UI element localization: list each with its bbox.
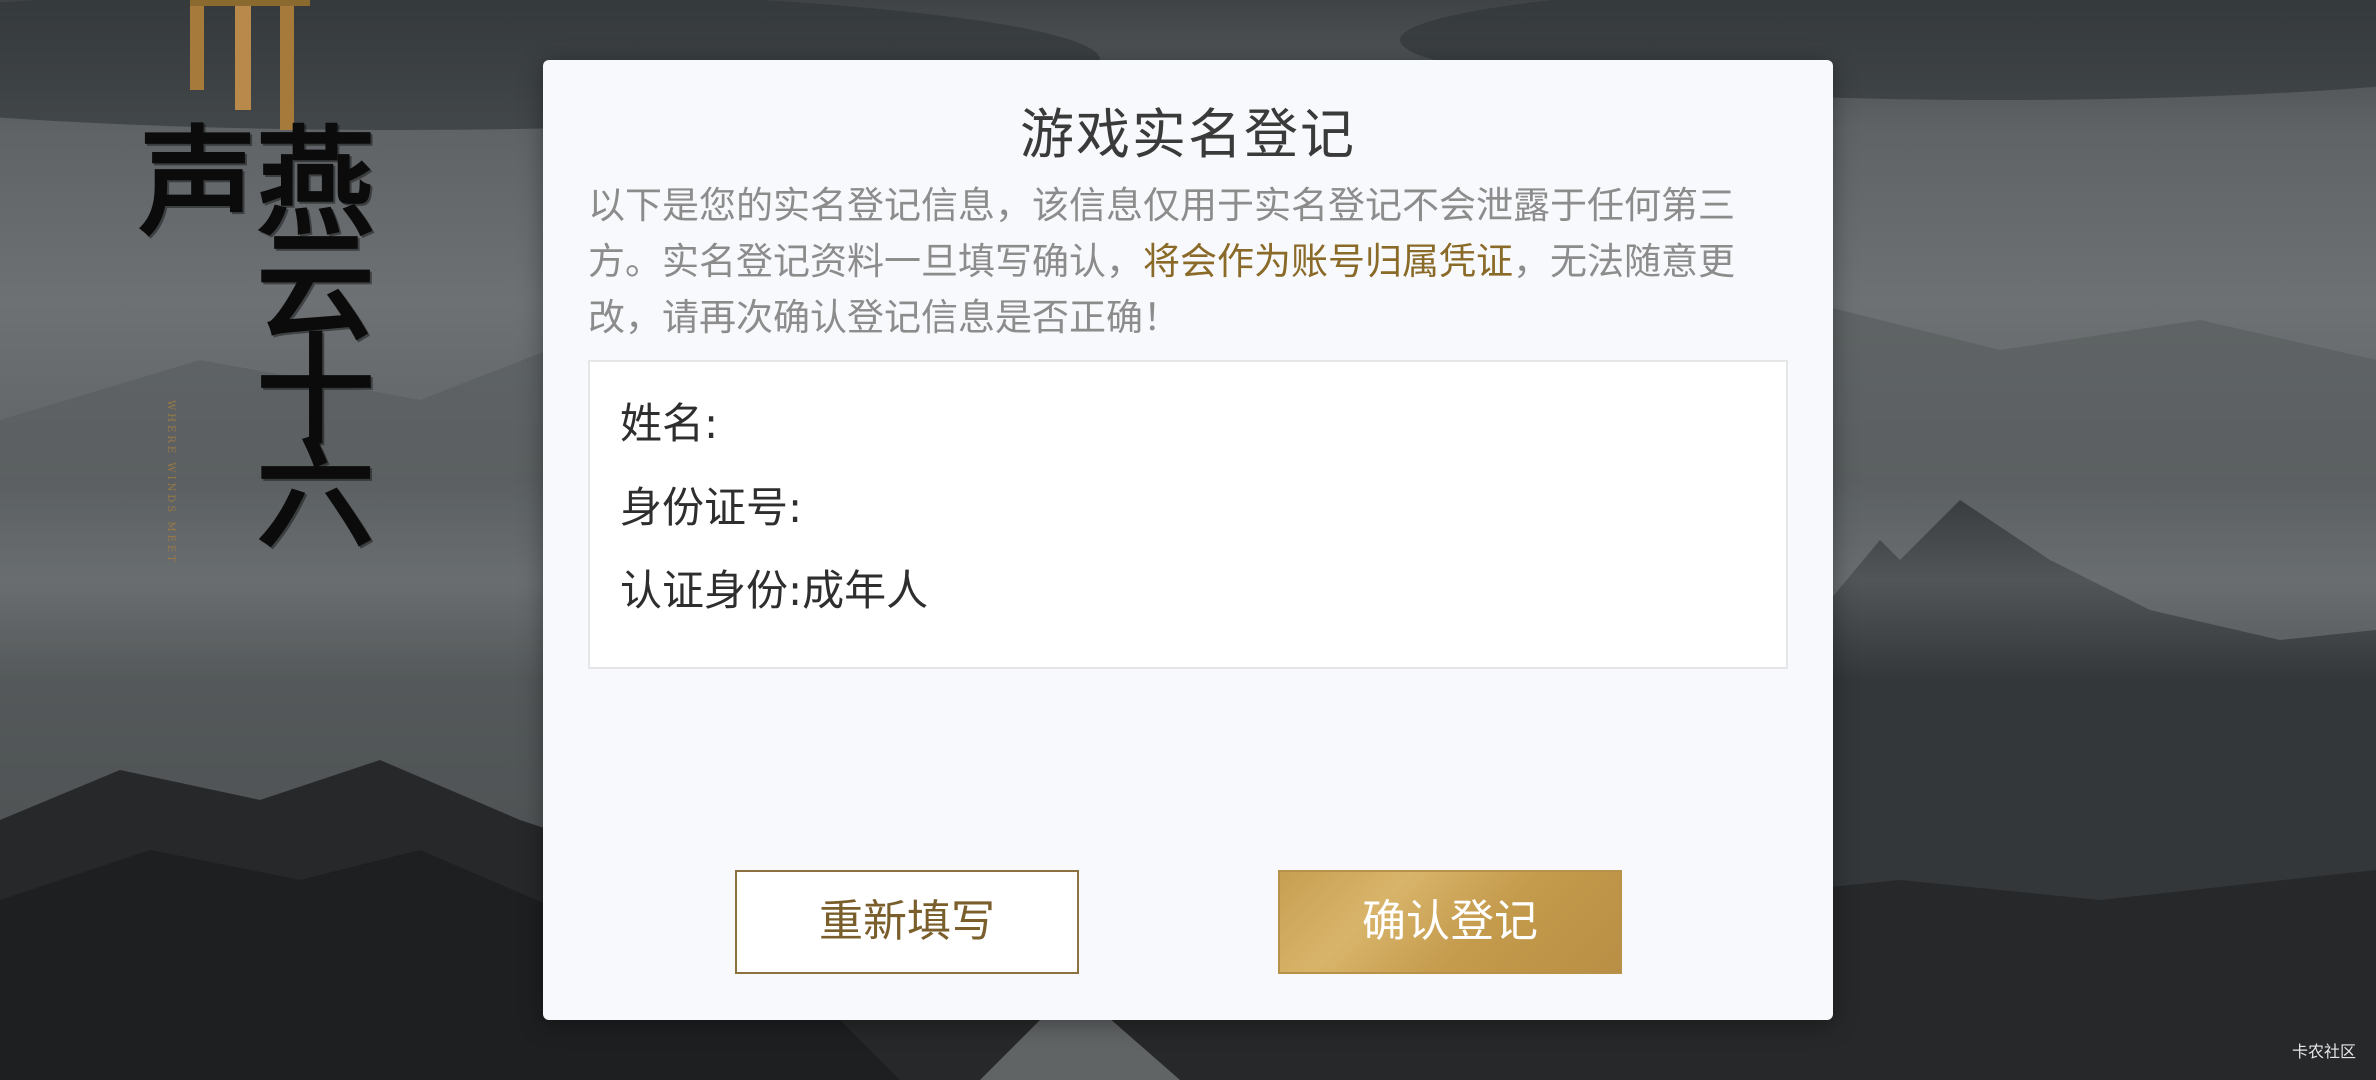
id-number-row: 身份证号: xyxy=(620,474,802,535)
identity-status-row: 认证身份:成年人 xyxy=(620,557,928,618)
name-row: 姓名: xyxy=(620,390,718,451)
dialog-title: 游戏实名登记 xyxy=(1020,103,1356,166)
real-name-registration-dialog: 游戏实名登记 以下是您的实名登记信息，该信息仅用于实名登记不会泄露于任何第三方。… xyxy=(543,60,1833,1020)
game-screen: 燕云十六声 WHERE WINDS MEET 游戏实名登记 以下是您的实名登记信… xyxy=(0,0,2376,1080)
identity-status-label: 认证身份: xyxy=(620,566,803,615)
community-watermark: 卡农社区 xyxy=(2291,1044,2356,1061)
refill-button[interactable]: 重新填写 xyxy=(735,870,1079,974)
logo-ornament-icon xyxy=(190,0,310,130)
id-number-label: 身份证号: xyxy=(620,483,803,532)
notice-highlight: 将会作为账号归属凭证 xyxy=(1143,240,1513,283)
game-logo: 燕云十六声 WHERE WINDS MEET xyxy=(60,0,375,580)
name-label: 姓名: xyxy=(620,399,719,448)
identity-status-value: 成年人 xyxy=(802,566,929,615)
confirm-registration-button[interactable]: 确认登记 xyxy=(1278,870,1622,974)
game-logo-subtitle: WHERE WINDS MEET xyxy=(165,400,176,565)
game-logo-title: 燕云十六声 xyxy=(118,120,375,536)
registration-notice: 以下是您的实名登记信息，该信息仅用于实名登记不会泄露于任何第三方。实名登记资料一… xyxy=(588,178,1798,346)
registration-info-box: 姓名: 身份证号: 认证身份:成年人 xyxy=(588,360,1788,669)
